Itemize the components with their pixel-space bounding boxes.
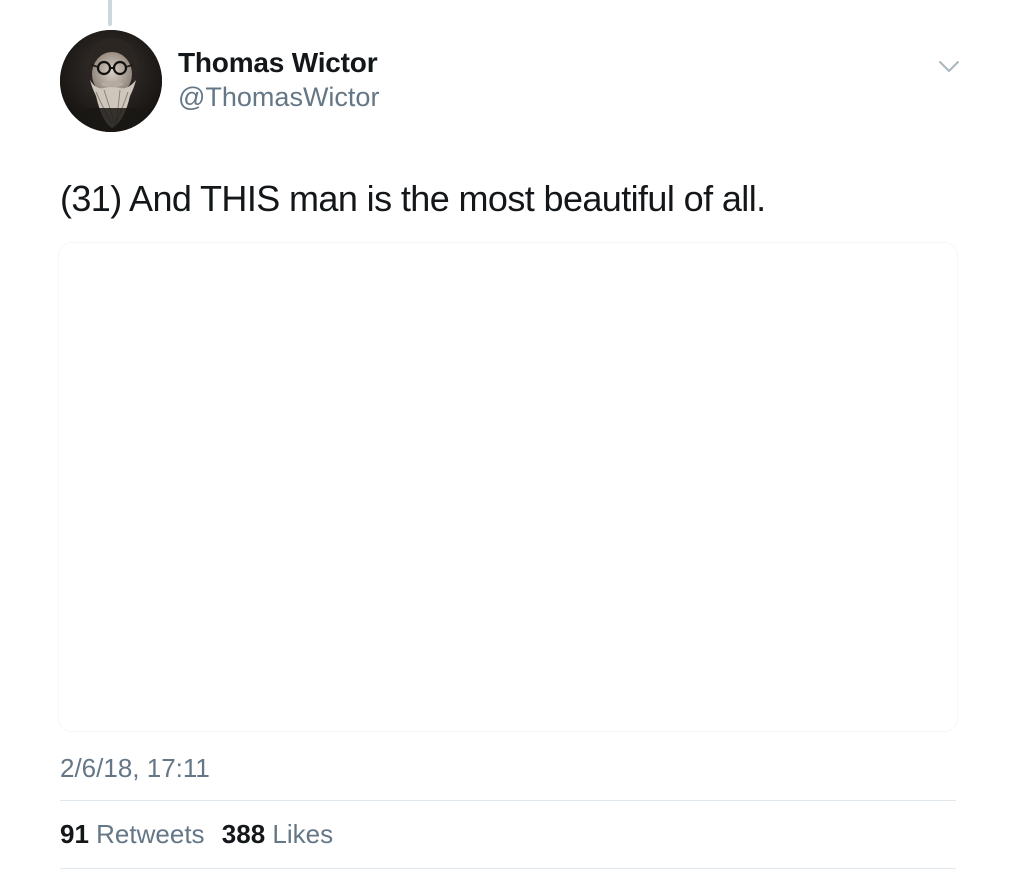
thread-connector-line (108, 0, 112, 26)
likes-count: 388 (221, 819, 266, 849)
retweets-stat[interactable]: 91 Retweets (60, 818, 205, 850)
avatar[interactable] (60, 30, 162, 132)
tweet-timestamp[interactable]: 2/6/18, 17:11 (60, 752, 210, 784)
likes-stat[interactable]: 388 Likes (222, 818, 333, 850)
tweet-media[interactable] (58, 242, 958, 732)
divider (60, 868, 956, 869)
retweets-count: 91 (60, 819, 89, 849)
tweet-stats: 91 Retweets 388 Likes (60, 818, 343, 850)
author-block[interactable]: Thomas Wictor @ThomasWictor (178, 46, 379, 114)
avatar-portrait-icon (60, 30, 162, 132)
tweet-text: (31) And THIS man is the most beautiful … (60, 178, 766, 219)
likes-label: Likes (272, 819, 334, 849)
author-handle[interactable]: @ThomasWictor (178, 80, 379, 114)
retweets-label: Retweets (96, 819, 205, 849)
chevron-down-icon (939, 61, 959, 72)
author-display-name[interactable]: Thomas Wictor (178, 46, 379, 80)
divider (60, 800, 956, 801)
tweet-menu-button[interactable] (936, 56, 962, 76)
